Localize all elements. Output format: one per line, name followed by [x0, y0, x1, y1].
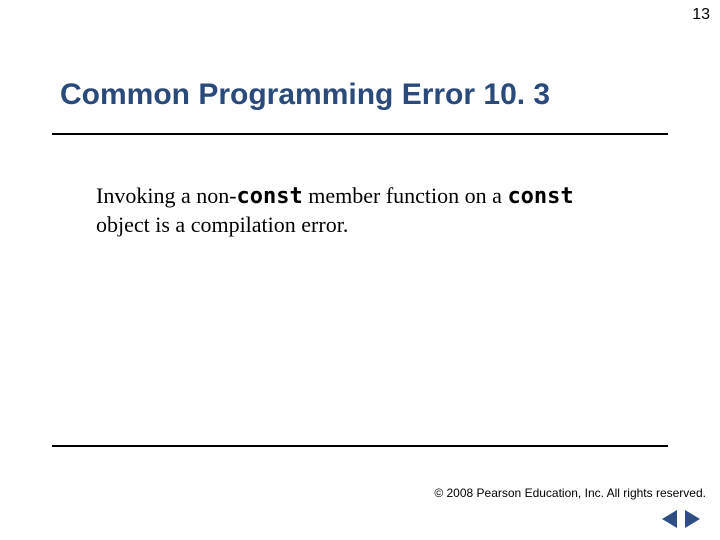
- body-seg3: object is a compilation error.: [96, 212, 348, 237]
- page-number: 13: [692, 6, 710, 24]
- body-text: Invoking a non-const member function on …: [96, 182, 596, 238]
- footer-divider: [52, 445, 668, 447]
- body-seg2: member function on a: [303, 183, 508, 208]
- prev-arrow-icon[interactable]: [662, 510, 677, 528]
- next-arrow-icon[interactable]: [685, 510, 700, 528]
- keyword-const-2: const: [507, 184, 573, 209]
- nav-controls: [662, 510, 700, 528]
- slide-title: Common Programming Error 10. 3: [60, 78, 550, 112]
- body-seg1: Invoking a non-: [96, 183, 237, 208]
- copyright-text: © 2008 Pearson Education, Inc. All right…: [434, 486, 706, 500]
- keyword-const-1: const: [237, 184, 303, 209]
- title-divider: [52, 133, 668, 135]
